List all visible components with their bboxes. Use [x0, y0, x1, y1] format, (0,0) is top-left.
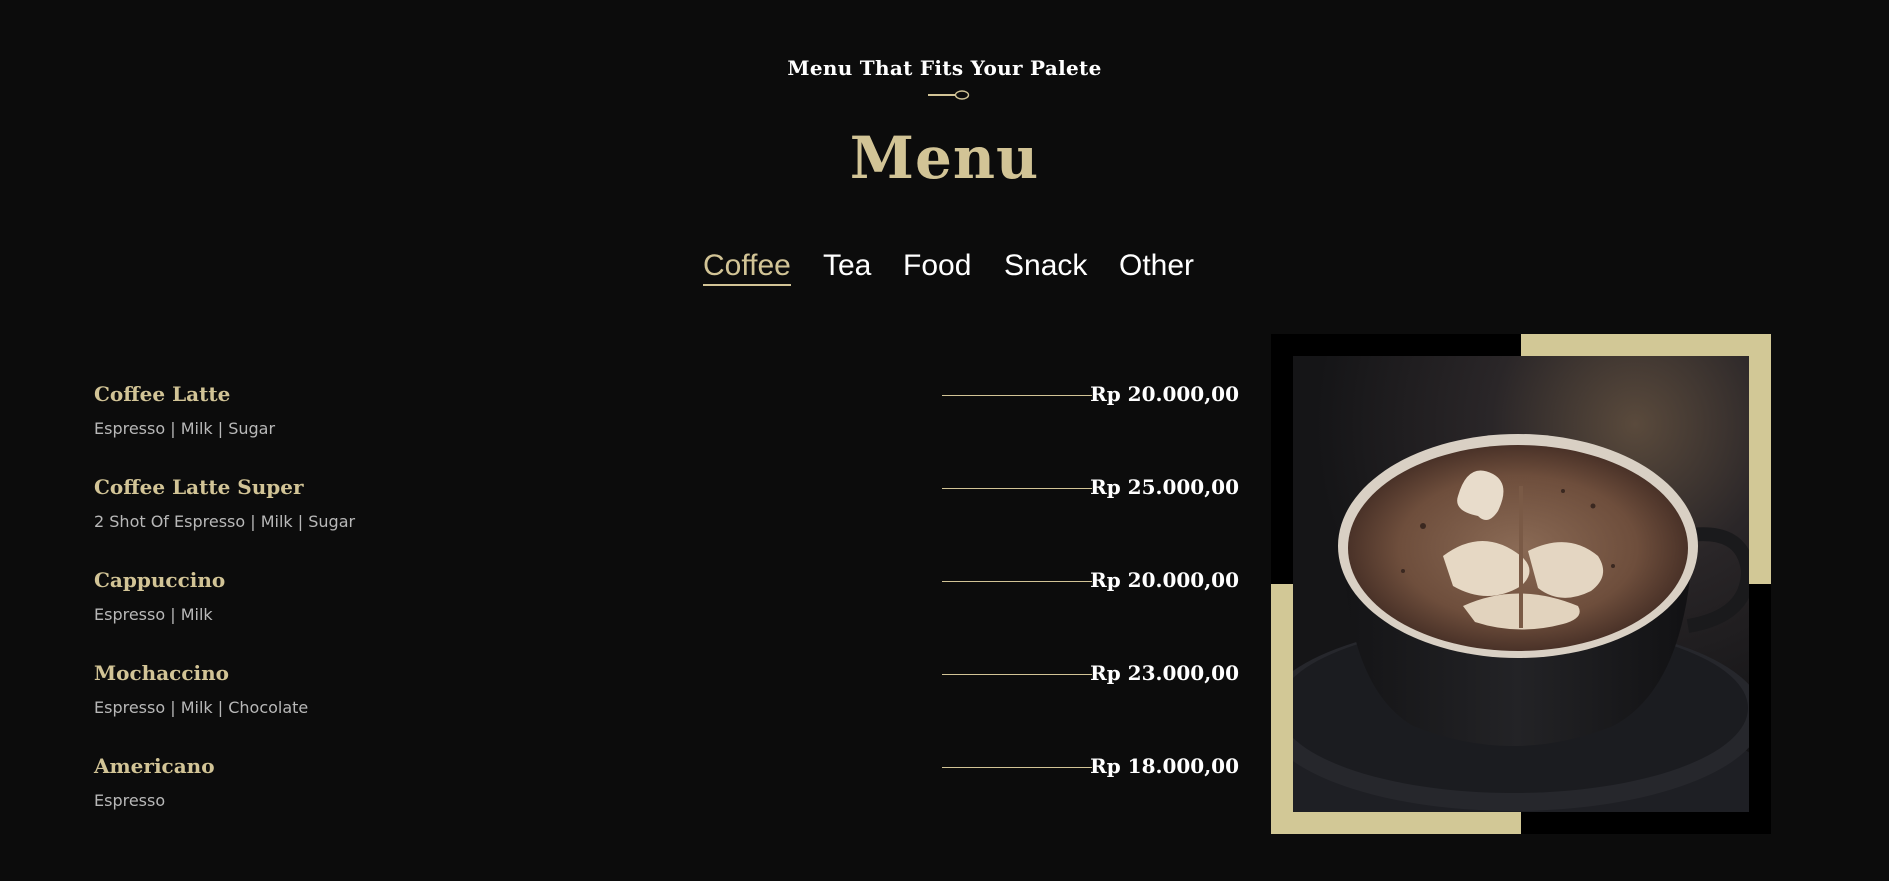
- item-price: Rp 20.000,00: [1090, 382, 1239, 406]
- latte-cup-image: [1293, 356, 1749, 812]
- menu-item: Cappuccino Espresso | Milk Rp 20.000,00: [94, 564, 1239, 657]
- item-description: Espresso | Milk: [94, 605, 213, 624]
- price-divider: [942, 488, 1092, 489]
- menu-category-tabs: Coffee Tea Food Snack Other: [0, 248, 1889, 288]
- coffee-photo-frame: [1271, 334, 1771, 834]
- item-price: Rp 23.000,00: [1090, 661, 1239, 685]
- tab-snack[interactable]: Snack: [1004, 248, 1087, 284]
- item-name: Americano: [94, 754, 215, 778]
- section-subtitle: Menu That Fits Your Palete: [787, 56, 1102, 80]
- item-description: Espresso | Milk | Chocolate: [94, 698, 309, 717]
- price-divider: [942, 674, 1092, 675]
- item-name: Cappuccino: [94, 568, 226, 592]
- menu-item: Americano Espresso Rp 18.000,00: [94, 750, 1239, 843]
- price-divider: [942, 581, 1092, 582]
- item-description: Espresso | Milk | Sugar: [94, 419, 276, 438]
- menu-item: Mochaccino Espresso | Milk | Chocolate R…: [94, 657, 1239, 750]
- item-name: Mochaccino: [94, 661, 229, 685]
- tab-other[interactable]: Other: [1119, 248, 1194, 284]
- spoon-icon: [928, 90, 970, 100]
- item-description: Espresso: [94, 791, 166, 810]
- menu-item-list: Coffee Latte Espresso | Milk | Sugar Rp …: [94, 378, 1239, 843]
- price-divider: [942, 395, 1092, 396]
- item-price: Rp 18.000,00: [1090, 754, 1239, 778]
- item-description: 2 Shot Of Espresso | Milk | Sugar: [94, 512, 356, 531]
- tab-coffee[interactable]: Coffee: [703, 248, 791, 286]
- price-divider: [942, 767, 1092, 768]
- tab-tea[interactable]: Tea: [823, 248, 871, 284]
- coffee-latte-art-photo: [1293, 356, 1749, 812]
- item-price: Rp 25.000,00: [1090, 475, 1239, 499]
- tab-food[interactable]: Food: [903, 248, 971, 284]
- page-title: Menu: [849, 124, 1040, 192]
- menu-item: Coffee Latte Super 2 Shot Of Espresso | …: [94, 471, 1239, 564]
- item-price: Rp 20.000,00: [1090, 568, 1239, 592]
- item-name: Coffee Latte Super: [94, 475, 304, 499]
- menu-item: Coffee Latte Espresso | Milk | Sugar Rp …: [94, 378, 1239, 471]
- item-name: Coffee Latte: [94, 382, 231, 406]
